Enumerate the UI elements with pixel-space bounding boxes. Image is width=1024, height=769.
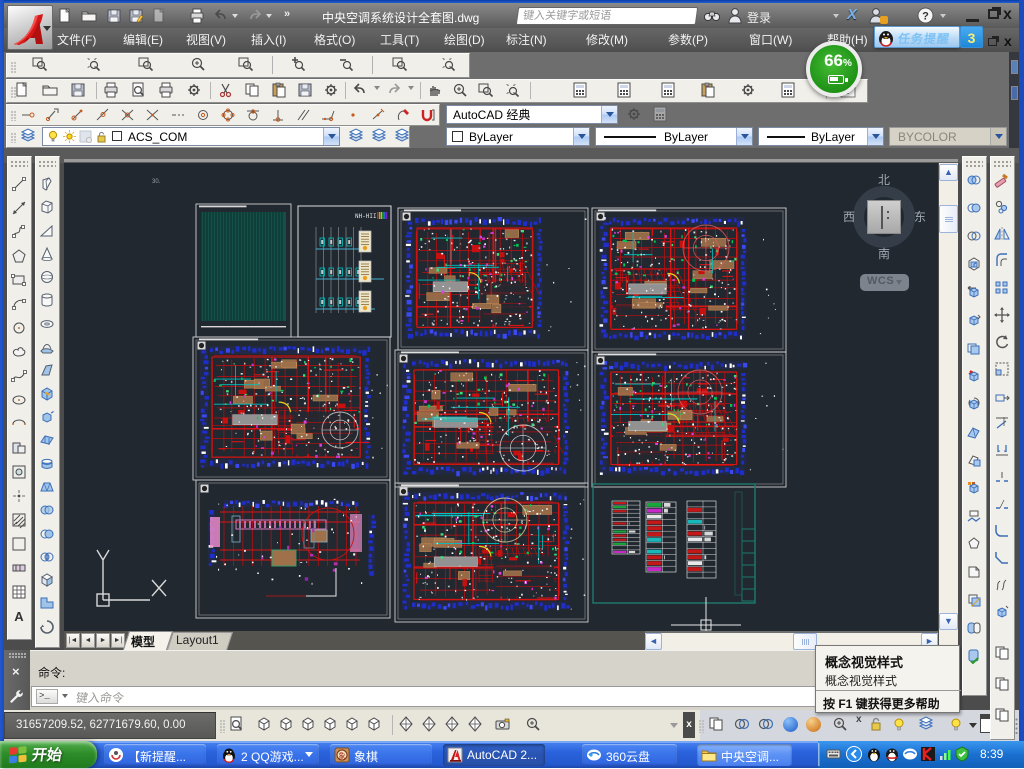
svg-text:A: A [14, 609, 24, 624]
svg-text:?: ? [922, 11, 929, 23]
svg-text:30.: 30. [152, 179, 161, 185]
svg-text:NH-HII: NH-HII [355, 213, 377, 220]
svg-text:象: 象 [339, 751, 346, 760]
